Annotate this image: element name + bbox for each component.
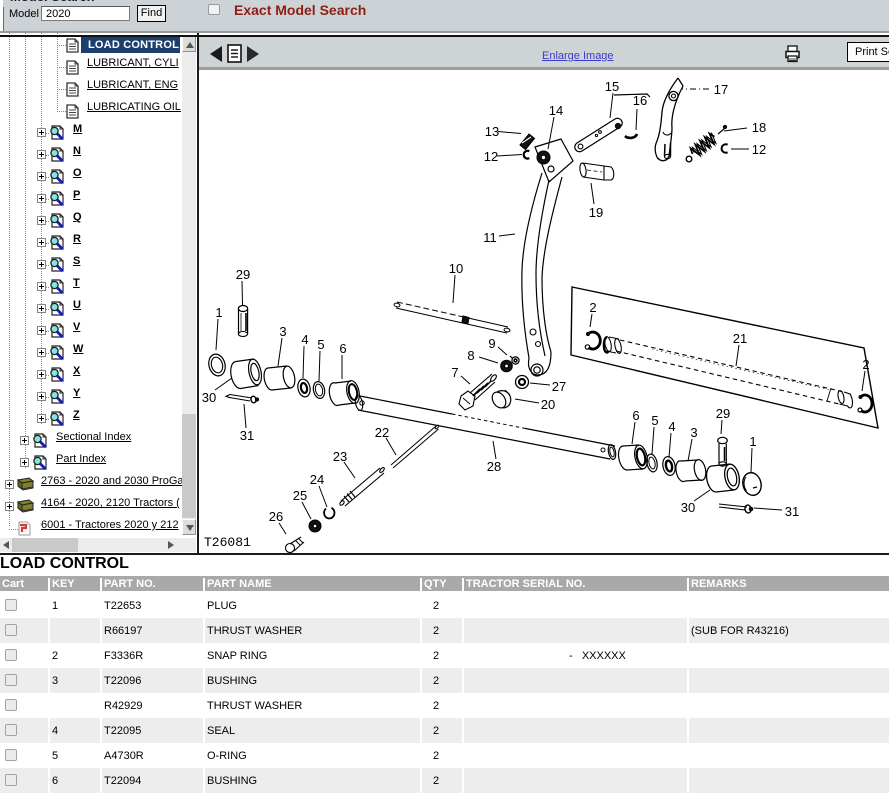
svg-text:13: 13 <box>485 124 499 139</box>
svg-text:24: 24 <box>310 472 324 487</box>
svg-text:6: 6 <box>339 341 346 356</box>
svg-text:25: 25 <box>293 488 307 503</box>
svg-text:10: 10 <box>449 261 463 276</box>
svg-text:26: 26 <box>269 509 283 524</box>
svg-text:14: 14 <box>549 103 563 118</box>
svg-text:4: 4 <box>301 332 308 347</box>
svg-text:21: 21 <box>733 331 747 346</box>
svg-text:29: 29 <box>716 406 730 421</box>
svg-text:30: 30 <box>681 500 695 515</box>
svg-text:28: 28 <box>487 459 501 474</box>
svg-text:31: 31 <box>785 504 799 519</box>
svg-text:18: 18 <box>752 120 766 135</box>
svg-text:1: 1 <box>749 434 756 449</box>
svg-text:23: 23 <box>333 449 347 464</box>
svg-text:15: 15 <box>605 79 619 94</box>
svg-text:22: 22 <box>375 425 389 440</box>
svg-text:5: 5 <box>651 413 658 428</box>
svg-text:20: 20 <box>541 397 555 412</box>
svg-text:7: 7 <box>451 365 458 380</box>
svg-text:16: 16 <box>633 93 647 108</box>
svg-text:11: 11 <box>483 230 497 245</box>
svg-text:8: 8 <box>467 348 474 363</box>
svg-text:29: 29 <box>236 267 250 282</box>
svg-text:30: 30 <box>202 390 216 405</box>
svg-text:3: 3 <box>279 324 286 339</box>
svg-text:17: 17 <box>714 82 728 97</box>
svg-text:3: 3 <box>690 425 697 440</box>
svg-text:12: 12 <box>752 142 766 157</box>
svg-text:5: 5 <box>317 337 324 352</box>
svg-text:1: 1 <box>215 305 222 320</box>
svg-text:6: 6 <box>632 408 639 423</box>
svg-text:4: 4 <box>668 419 675 434</box>
svg-text:19: 19 <box>589 205 603 220</box>
svg-text:31: 31 <box>240 428 254 443</box>
svg-text:2: 2 <box>589 300 596 315</box>
svg-text:12: 12 <box>484 149 498 164</box>
svg-text:27: 27 <box>552 379 566 394</box>
svg-text:9: 9 <box>488 336 495 351</box>
